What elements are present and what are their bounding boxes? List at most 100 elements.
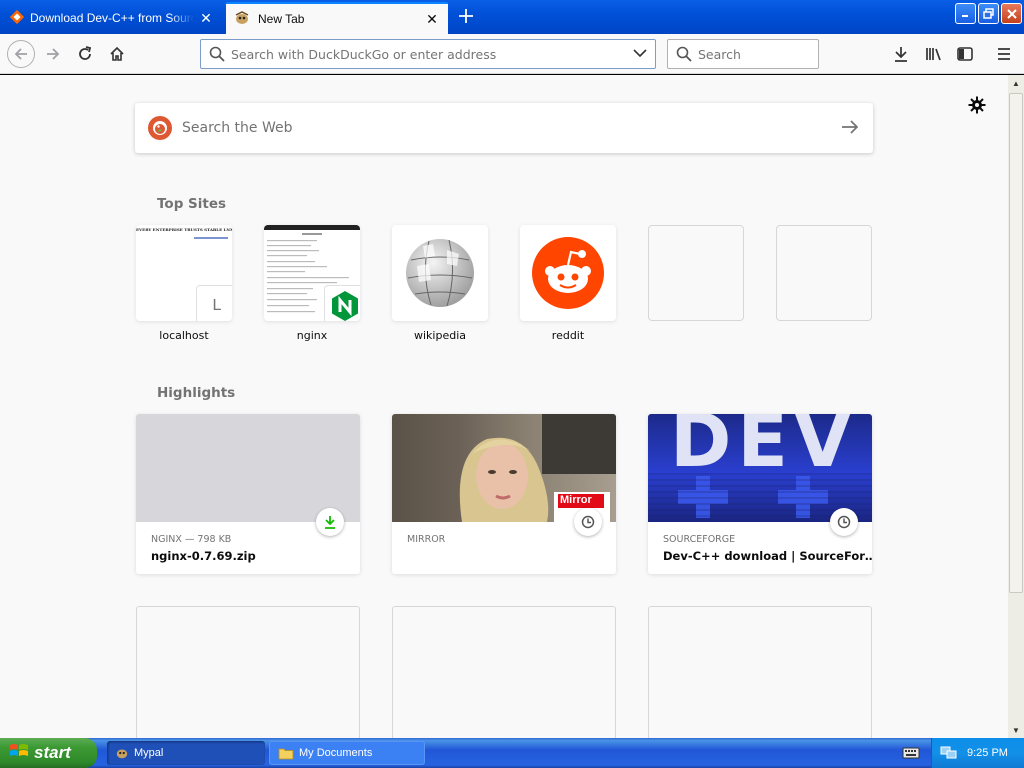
highlight-card-nginx[interactable]: NGINX — 798 KB nginx-0.7.69.zip: [136, 414, 360, 574]
forward-button[interactable]: [41, 42, 65, 66]
tab-close-icon[interactable]: ✕: [198, 10, 214, 26]
highlight-card-sourceforge[interactable]: DEV SOURCEFORGE Dev-C++ download | Sourc…: [648, 414, 872, 574]
plus-icon: [459, 9, 473, 23]
restore-button[interactable]: [978, 3, 999, 24]
reload-button[interactable]: [73, 42, 97, 66]
arrow-right-icon[interactable]: [841, 119, 859, 137]
taskbar-item-my-documents[interactable]: My Documents: [269, 741, 425, 765]
tab-sourceforge[interactable]: Download Dev-C++ from SourceForge.net ✕: [2, 2, 222, 34]
site-thumbnail: EVERY ENTERPRISE TRUSTS STABLE LNX L: [136, 225, 232, 321]
card-source: MIRROR: [407, 534, 446, 545]
empty-tile: [648, 225, 744, 321]
home-icon: [110, 46, 124, 61]
system-tray: 9:25 PM: [931, 738, 1024, 768]
scroll-down-arrow-icon[interactable]: ▼: [1009, 723, 1023, 737]
customize-button[interactable]: [966, 94, 988, 116]
card-source: SOURCEFORGE: [663, 534, 736, 545]
home-button[interactable]: [105, 42, 129, 66]
highlight-placeholder: [136, 606, 360, 738]
new-tab-page: Top Sites EVERY ENTERPRISE TRUSTS STABLE…: [0, 75, 1008, 738]
title-bar: Download Dev-C++ from SourceForge.net ✕ …: [0, 0, 1024, 34]
windows-flag-icon: [9, 742, 29, 765]
duckduckgo-logo-icon: [148, 116, 172, 140]
scrollbar-thumb[interactable]: [1009, 93, 1023, 593]
site-label: wikipedia: [413, 329, 466, 342]
hamburger-menu-icon: [998, 48, 1010, 60]
minimize-icon: [962, 15, 968, 17]
card-thumbnail: DEV: [648, 414, 872, 522]
download-status-button[interactable]: [316, 508, 344, 536]
keyboard-icon[interactable]: [902, 744, 920, 763]
empty-tile: [776, 225, 872, 321]
forward-arrow-icon: [47, 48, 60, 60]
reddit-logo-icon: [532, 237, 604, 309]
vertical-scrollbar[interactable]: ▲ ▼: [1008, 75, 1024, 738]
scroll-up-arrow-icon[interactable]: ▲: [1009, 76, 1023, 90]
site-thumbnail: [392, 225, 488, 321]
web-search-box[interactable]: [135, 103, 873, 153]
tab-title: New Tab: [258, 12, 305, 26]
chevron-down-icon[interactable]: [633, 47, 647, 61]
thumbnail-link-line: [194, 237, 228, 239]
top-sites-heading: Top Sites: [157, 196, 227, 212]
highlight-placeholder: [648, 606, 872, 738]
sourceforge-favicon-icon: [9, 9, 25, 27]
library-icon: [926, 48, 941, 61]
mypal-app-icon: [115, 746, 129, 760]
network-icon[interactable]: [940, 745, 958, 761]
restore-icon: [983, 8, 994, 19]
taskbar-item-label: My Documents: [299, 747, 373, 759]
site-label: nginx: [296, 329, 328, 342]
web-search-input[interactable]: [182, 120, 822, 136]
taskbar-item-mypal[interactable]: Mypal: [107, 741, 265, 765]
card-thumbnail: [136, 414, 360, 522]
top-site-wikipedia[interactable]: wikipedia: [392, 225, 488, 342]
clock[interactable]: 9:25 PM: [967, 747, 1008, 759]
card-source: NGINX — 798 KB: [151, 534, 232, 545]
clock-icon: [581, 515, 595, 529]
tab-new-tab[interactable]: New Tab ✕: [226, 2, 448, 34]
site-thumbnail: [520, 225, 616, 321]
search-icon: [209, 46, 225, 62]
top-site-reddit[interactable]: reddit: [520, 225, 616, 342]
plus-signs-graphic: [648, 473, 872, 518]
mypal-favicon-icon: [234, 10, 250, 29]
library-button[interactable]: [922, 42, 946, 66]
thumbnail-text-line: EVERY ENTERPRISE TRUSTS STABLE LNX: [136, 227, 232, 232]
close-window-button[interactable]: [1001, 3, 1022, 24]
reload-icon: [79, 46, 92, 60]
site-thumbnail: [264, 225, 360, 321]
back-arrow-icon: [14, 48, 27, 60]
url-bar[interactable]: [200, 39, 656, 69]
folder-icon: [278, 746, 294, 760]
download-icon: [325, 516, 335, 529]
wikipedia-globe-icon: [406, 239, 474, 307]
taskbar: start Mypal My Documents 9:25 PM: [0, 738, 1024, 768]
top-site-empty[interactable]: [648, 225, 744, 321]
search-bar[interactable]: [667, 39, 819, 69]
search-input[interactable]: [698, 46, 808, 62]
top-site-nginx[interactable]: nginx: [264, 225, 360, 342]
visited-status-button[interactable]: [830, 508, 858, 536]
nginx-logo-icon: [332, 291, 358, 321]
top-site-empty[interactable]: [776, 225, 872, 321]
tab-close-icon[interactable]: ✕: [424, 11, 440, 27]
new-tab-button[interactable]: [454, 4, 478, 28]
clock-icon: [837, 515, 851, 529]
mirror-logo-text: Mirror: [560, 494, 592, 506]
menu-button[interactable]: [992, 42, 1016, 66]
url-input[interactable]: [231, 46, 621, 62]
back-button[interactable]: [7, 40, 35, 68]
visited-status-button[interactable]: [574, 508, 602, 536]
badge-letter: L: [212, 297, 222, 314]
site-label: reddit: [551, 329, 585, 342]
top-site-localhost[interactable]: EVERY ENTERPRISE TRUSTS STABLE LNX L loc…: [136, 225, 232, 342]
highlight-card-mirror[interactable]: Mirror MIRROR: [392, 414, 616, 574]
downloads-button[interactable]: [889, 42, 913, 66]
site-badge: L: [196, 285, 232, 321]
sidebar-button[interactable]: [953, 42, 977, 66]
start-button[interactable]: start: [0, 738, 97, 768]
highlights-heading: Highlights: [157, 385, 236, 401]
minimize-button[interactable]: [955, 3, 976, 24]
search-icon: [676, 46, 692, 62]
